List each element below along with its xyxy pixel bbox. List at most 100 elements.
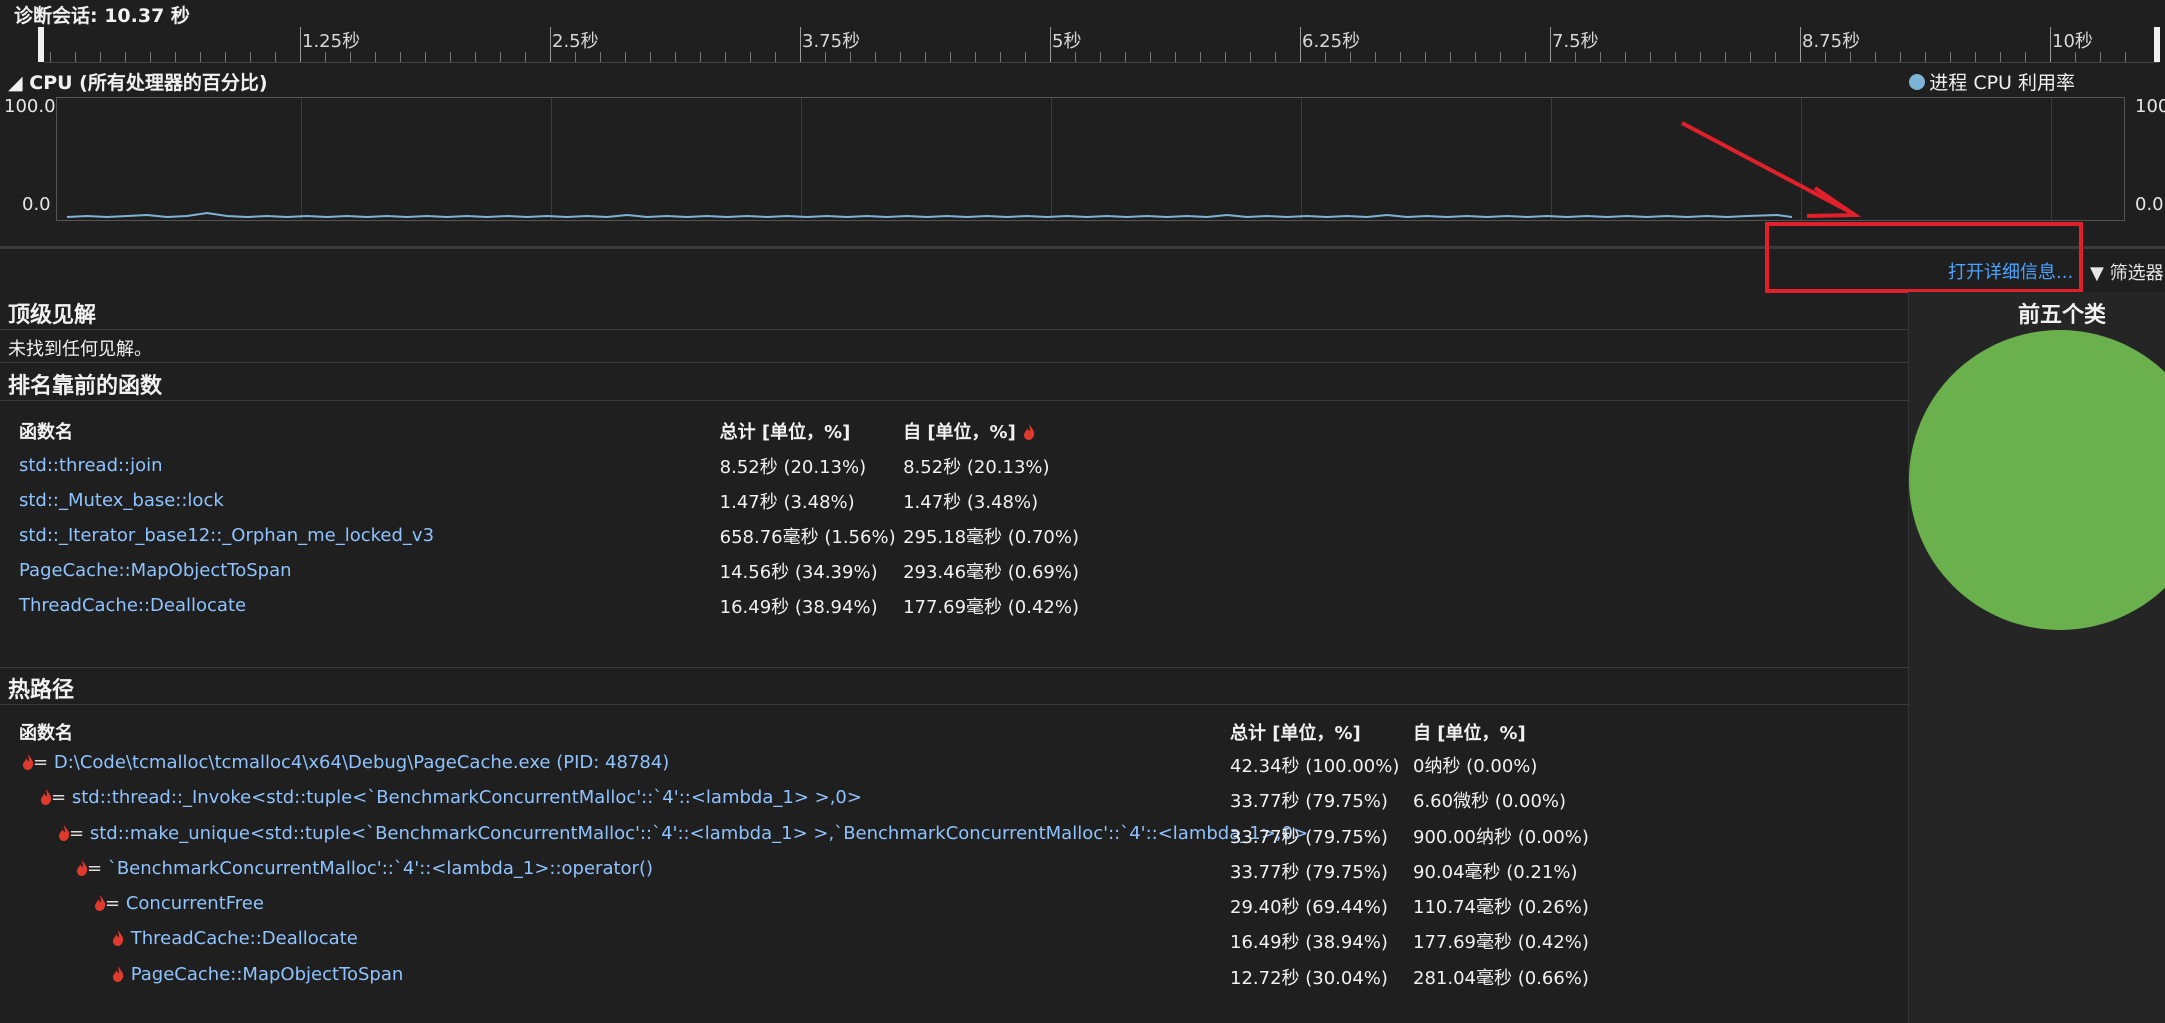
tree-node[interactable]: = std::make_unique<std::tuple<`Benchmark…	[57, 823, 1308, 844]
ruler-minor-tick	[1700, 52, 1701, 62]
hot-path-row[interactable]: = `BenchmarkConcurrentMalloc'::`4'::<lam…	[19, 858, 1719, 893]
ruler-tick-label: 5秒	[1052, 31, 1082, 52]
table-row[interactable]: std::_Iterator_base12::_Orphan_me_locked…	[19, 518, 1079, 553]
function-link[interactable]: D:\Code\tcmalloc\tcmalloc4\x64\Debug\Pag…	[54, 752, 670, 773]
ruler-left-handle[interactable]	[38, 27, 44, 62]
ruler-minor-tick	[1650, 52, 1651, 62]
hot-path-row[interactable]: PageCache::MapObjectToSpan 12.72秒 (30.04%…	[19, 964, 1719, 999]
ruler-minor-tick	[1900, 52, 1901, 62]
hot-flame-icon	[113, 965, 124, 982]
function-link[interactable]: ThreadCache::Deallocate	[19, 588, 720, 623]
column-header-self[interactable]: 自 [单位，%]	[903, 413, 1079, 448]
ruler-minor-tick	[2100, 52, 2101, 62]
total-cell: 42.34秒 (100.00%)	[1230, 756, 1400, 777]
tree-node[interactable]: = ConcurrentFree	[93, 893, 264, 914]
ruler-minor-tick	[1450, 52, 1451, 62]
collapse-dash-icon[interactable]: =	[69, 823, 84, 844]
top-functions-table: 函数名 总计 [单位，%] 自 [单位，%] std::thread::join…	[19, 413, 1079, 623]
ruler-minor-tick	[125, 52, 126, 62]
function-link[interactable]: ThreadCache::Deallocate	[131, 928, 358, 949]
function-link[interactable]: std::thread::join	[19, 448, 720, 483]
ruler-minor-tick	[50, 52, 51, 62]
divider	[0, 400, 1908, 401]
total-cell: 16.49秒 (38.94%)	[1230, 932, 1388, 954]
ruler-minor-tick	[1500, 52, 1501, 62]
collapse-dash-icon[interactable]: =	[87, 858, 102, 879]
ruler-minor-tick	[650, 52, 651, 62]
divider	[0, 362, 1908, 363]
ruler-minor-tick	[600, 52, 601, 62]
function-link[interactable]: std::thread::_Invoke<std::tuple<`Benchma…	[72, 787, 862, 808]
timeline-ruler[interactable]: 1.25秒 2.5秒 3.75秒 5秒 6.25秒 7.5秒 8.75秒 10秒	[38, 27, 2160, 63]
tree-node[interactable]: = std::thread::_Invoke<std::tuple<`Bench…	[39, 787, 862, 808]
function-link[interactable]: PageCache::MapObjectToSpan	[131, 964, 404, 985]
collapse-triangle-icon[interactable]: ◢	[8, 72, 23, 94]
ruler-minor-tick	[1175, 52, 1176, 62]
column-header-function[interactable]: 函数名	[19, 719, 73, 745]
ruler-tick-label: 2.5秒	[552, 31, 599, 52]
ruler-minor-tick	[150, 52, 151, 62]
ruler-minor-tick	[1025, 52, 1026, 62]
column-header-self[interactable]: 自 [单位，%]	[1413, 719, 1526, 745]
collapse-dash-icon[interactable]: =	[33, 752, 48, 773]
tree-node[interactable]: PageCache::MapObjectToSpan	[111, 964, 403, 985]
table-row[interactable]: PageCache::MapObjectToSpan 14.56秒 (34.39…	[19, 553, 1079, 588]
ruler-minor-tick	[1625, 52, 1626, 62]
ruler-minor-tick	[1875, 52, 1876, 62]
self-cell: 900.00纳秒 (0.00%)	[1413, 826, 1589, 848]
ruler-minor-tick	[450, 52, 451, 62]
self-cell: 281.04毫秒 (0.66%)	[1413, 967, 1589, 989]
ruler-minor-tick	[1150, 52, 1151, 62]
ruler-minor-tick	[1825, 52, 1826, 62]
ruler-minor-tick	[2025, 52, 2026, 62]
hot-path-tree: 函数名 总计 [单位，%] 自 [单位，%] = D:\Code\tcmallo…	[19, 719, 1719, 999]
ruler-minor-tick	[1475, 52, 1476, 62]
function-link[interactable]: std::_Iterator_base12::_Orphan_me_locked…	[19, 518, 720, 553]
column-header-function[interactable]: 函数名	[19, 413, 720, 448]
ruler-right-handle[interactable]	[2154, 27, 2160, 62]
ruler-minor-tick	[525, 52, 526, 62]
collapse-dash-icon[interactable]: =	[105, 893, 120, 914]
tree-node[interactable]: = D:\Code\tcmalloc\tcmalloc4\x64\Debug\P…	[21, 752, 669, 773]
ruler-minor-tick	[100, 52, 101, 62]
divider	[0, 329, 1908, 330]
ruler-minor-tick	[1125, 52, 1126, 62]
ruler-minor-tick	[75, 52, 76, 62]
function-link[interactable]: PageCache::MapObjectToSpan	[19, 553, 720, 588]
function-link[interactable]: std::make_unique<std::tuple<`BenchmarkCo…	[90, 823, 1308, 844]
hot-flame-icon	[1024, 423, 1035, 440]
open-details-link[interactable]: 打开详细信息...	[1948, 258, 2073, 284]
self-cell: 110.74毫秒 (0.26%)	[1413, 897, 1589, 919]
ruler-minor-tick	[1600, 52, 1601, 62]
hot-path-row[interactable]: = std::thread::_Invoke<std::tuple<`Bench…	[19, 787, 1719, 822]
self-cell: 295.18毫秒 (0.70%)	[903, 526, 1079, 548]
hot-path-row[interactable]: = ConcurrentFree 29.40秒 (69.44%) 110.74毫秒 …	[19, 893, 1719, 928]
ruler-major-tick	[1550, 27, 1551, 62]
ruler-minor-tick	[1000, 52, 1001, 62]
ruler-minor-tick	[1225, 52, 1226, 62]
total-cell: 16.49秒 (38.94%)	[719, 596, 878, 618]
function-link[interactable]: std::_Mutex_base::lock	[19, 483, 720, 518]
ruler-minor-tick	[1375, 52, 1376, 62]
table-row[interactable]: ThreadCache::Deallocate 16.49秒 (38.94%) …	[19, 588, 1079, 623]
function-link[interactable]: ConcurrentFree	[126, 893, 264, 914]
cpu-section-header[interactable]: ◢ CPU (所有处理器的百分比)	[8, 68, 268, 95]
column-header-total[interactable]: 总计 [单位，%]	[720, 413, 903, 448]
tree-node[interactable]: ThreadCache::Deallocate	[111, 928, 358, 949]
hot-path-row[interactable]: ThreadCache::Deallocate 16.49秒 (38.94%) 17…	[19, 928, 1719, 963]
self-cell: 6.60微秒 (0.00%)	[1413, 791, 1567, 813]
filter-button[interactable]: ▼ 筛选器	[2090, 259, 2164, 285]
ruler-minor-tick	[1925, 52, 1926, 62]
ruler-major-tick	[300, 27, 301, 62]
ruler-minor-tick	[975, 52, 976, 62]
hot-path-row[interactable]: = D:\Code\tcmalloc\tcmalloc4\x64\Debug\P…	[19, 752, 1719, 787]
function-link[interactable]: `BenchmarkConcurrentMalloc'::`4'::<lambd…	[108, 858, 653, 879]
tree-node[interactable]: = `BenchmarkConcurrentMalloc'::`4'::<lam…	[75, 858, 653, 879]
column-header-total[interactable]: 总计 [单位，%]	[1230, 719, 1361, 745]
hot-flame-icon	[113, 930, 124, 947]
collapse-dash-icon[interactable]: =	[51, 787, 66, 808]
table-row[interactable]: std::thread::join 8.52秒 (20.13%) 8.52秒 (…	[19, 448, 1079, 483]
table-row[interactable]: std::_Mutex_base::lock 1.47秒 (3.48%) 1.4…	[19, 483, 1079, 518]
hot-path-row[interactable]: = std::make_unique<std::tuple<`Benchmark…	[19, 823, 1719, 858]
cpu-legend: 进程 CPU 利用率	[1909, 68, 2075, 95]
